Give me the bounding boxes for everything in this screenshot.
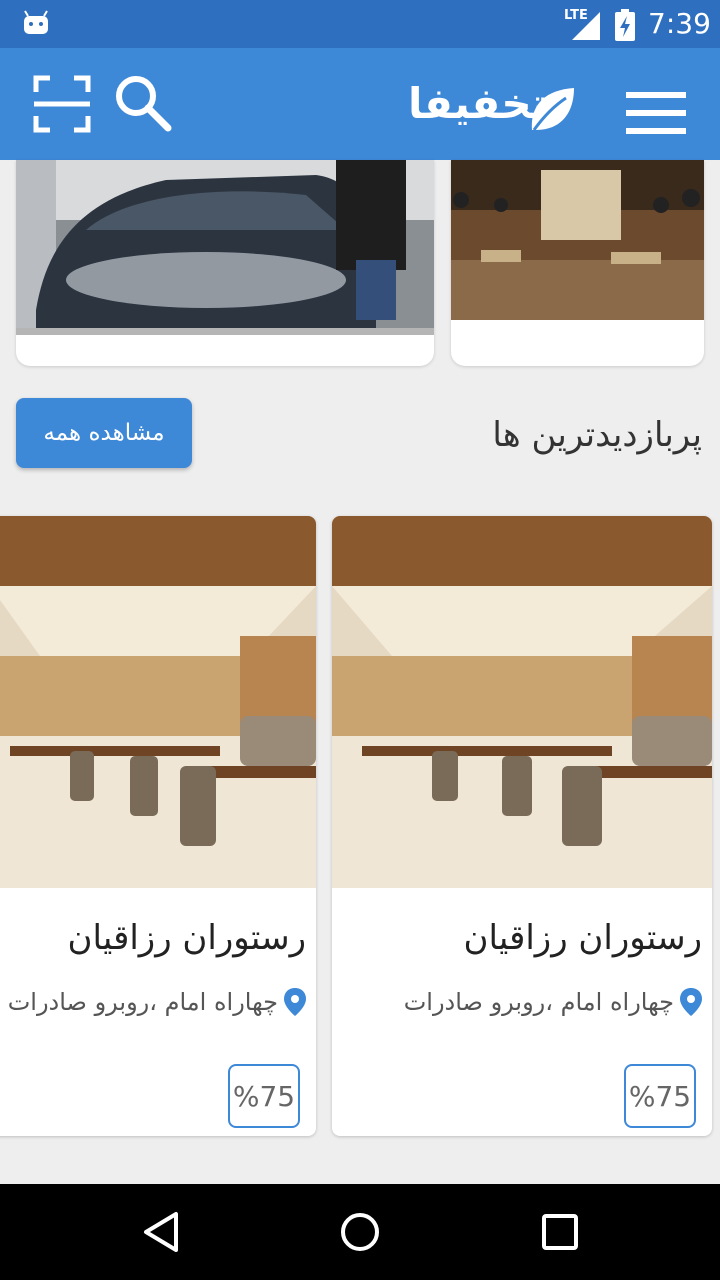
restaurant-photo — [0, 516, 316, 888]
leaf-logo-icon — [531, 88, 574, 131]
discount-badge: %75 — [228, 1064, 300, 1128]
battery-charging-icon — [615, 9, 635, 41]
see-all-button[interactable]: مشاهده همه — [16, 398, 192, 468]
clock: 7:39 — [648, 7, 711, 40]
status-bar: LTE 7:39 — [0, 0, 720, 48]
location-text: چهاراه امام ،روبرو صادرات — [403, 988, 674, 1016]
scan-icon[interactable] — [30, 72, 94, 136]
location-text: چهاراه امام ،روبرو صادرات — [7, 988, 278, 1016]
product-card[interactable]: رستوران رزاقیان چهاراه امام ،روبرو صادرا… — [0, 516, 316, 1136]
search-icon[interactable] — [112, 72, 176, 136]
car-wash-photo — [16, 160, 434, 335]
menu-icon[interactable] — [624, 88, 688, 138]
location-pin-icon — [680, 988, 702, 1016]
product-card[interactable]: رستوران رزاقیان چهاراه امام ،روبرو صادرا… — [332, 516, 712, 1136]
location-pin-icon — [284, 988, 306, 1016]
cafe-interior-photo — [451, 160, 704, 320]
featured-card[interactable] — [16, 160, 434, 366]
discount-badge: %75 — [624, 1064, 696, 1128]
back-icon[interactable] — [140, 1210, 184, 1254]
featured-card[interactable] — [451, 160, 704, 366]
lte-signal-icon — [572, 12, 600, 40]
app-bar: تخفیفا — [0, 48, 720, 160]
product-location: چهاراه امام ،روبرو صادرات — [404, 982, 702, 1022]
restaurant-photo — [332, 516, 712, 888]
home-icon[interactable] — [338, 1210, 382, 1254]
navigation-bar — [0, 1184, 720, 1280]
product-name: رستوران رزاقیان — [463, 918, 703, 958]
android-icon — [24, 10, 48, 34]
recent-apps-icon[interactable] — [540, 1212, 580, 1252]
product-location: چهاراه امام ،روبرو صادرات — [8, 982, 306, 1022]
section-title: پربازدیدترین ها — [492, 415, 702, 455]
product-name: رستوران رزاقیان — [67, 918, 307, 958]
